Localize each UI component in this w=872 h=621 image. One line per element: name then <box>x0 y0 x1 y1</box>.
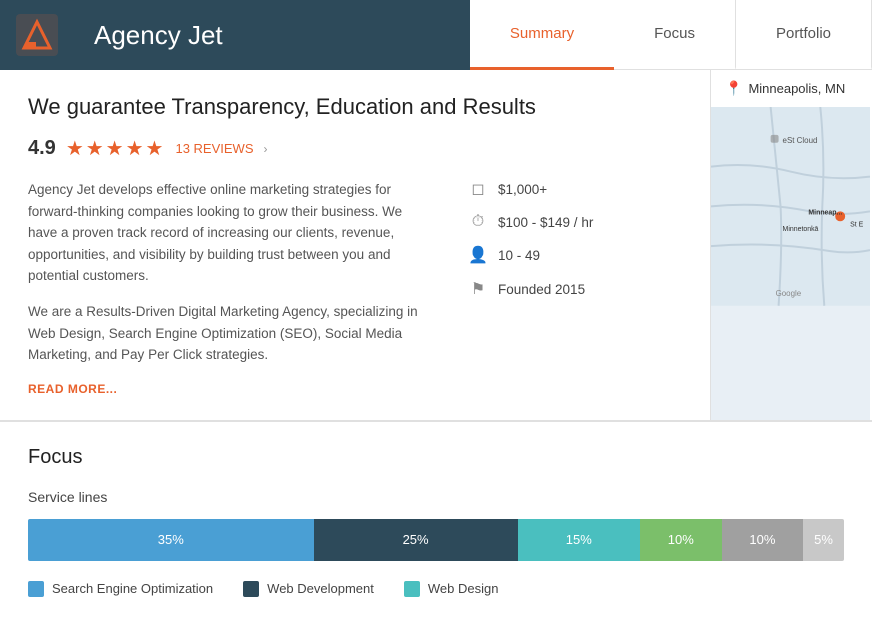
tab-portfolio[interactable]: Portfolio <box>736 0 872 70</box>
main-content: We guarantee Transparency, Education and… <box>0 70 872 422</box>
map-location: 📍 Minneapolis, MN <box>711 70 870 107</box>
tab-focus[interactable]: Focus <box>614 0 736 70</box>
meta-employees: 👤 10 - 49 <box>468 245 668 265</box>
read-more-link[interactable]: READ MORE... <box>28 382 117 396</box>
left-panel: We guarantee Transparency, Education and… <box>0 70 710 420</box>
description-para-2: We are a Results-Driven Digital Marketin… <box>28 301 428 366</box>
legend-item: Web Development <box>243 581 374 597</box>
map-area: eSt Cloud Minneap... Minnetonkā St E Goo… <box>711 107 870 420</box>
map-panel: 📍 Minneapolis, MN eSt Cloud Minneap... M… <box>710 70 870 420</box>
svg-text:Minneap...: Minneap... <box>808 209 842 216</box>
bar-segment: 10% <box>722 519 804 561</box>
svg-text:Google: Google <box>776 289 802 298</box>
rate-icon: ⏱ <box>468 213 488 231</box>
focus-section: Focus Service lines 35%25%15%10%10%5% Se… <box>0 422 872 621</box>
agency-name-label: Agency Jet <box>74 0 470 70</box>
description-text: Agency Jet develops effective online mar… <box>28 179 428 396</box>
tab-summary[interactable]: Summary <box>470 0 614 70</box>
legend-box <box>404 581 420 597</box>
location-icon: 📍 <box>725 80 742 97</box>
bar-segment: 15% <box>518 519 640 561</box>
legend-box <box>28 581 44 597</box>
rating-row: 4.9 ★★★★★ 13 REVIEWS › <box>28 136 682 161</box>
logo-area <box>0 0 74 70</box>
employees-icon: 👤 <box>468 245 488 265</box>
legend-label: Search Engine Optimization <box>52 581 213 596</box>
rating-number: 4.9 <box>28 137 56 160</box>
bar-segment: 25% <box>314 519 518 561</box>
meta-founded: ⚑ Founded 2015 <box>468 279 668 299</box>
header: Agency Jet Summary Focus Portfolio <box>0 0 872 70</box>
budget-value: $1,000+ <box>498 182 547 197</box>
budget-icon: ◻ <box>468 179 488 199</box>
description-para-1: Agency Jet develops effective online mar… <box>28 179 428 287</box>
meta-rate: ⏱ $100 - $149 / hr <box>468 213 668 231</box>
chevron-icon: › <box>264 142 268 156</box>
focus-section-title: Focus <box>28 446 844 469</box>
legend-item: Search Engine Optimization <box>28 581 213 597</box>
reviews-link[interactable]: 13 REVIEWS <box>175 141 253 156</box>
founded-icon: ⚑ <box>468 279 488 299</box>
page-title: We guarantee Transparency, Education and… <box>28 94 682 120</box>
bar-segment: 10% <box>640 519 722 561</box>
legend-label: Web Development <box>267 581 374 596</box>
employees-value: 10 - 49 <box>498 248 540 263</box>
description-area: Agency Jet develops effective online mar… <box>28 179 682 396</box>
bar-segment: 35% <box>28 519 314 561</box>
founded-value: Founded 2015 <box>498 282 585 297</box>
legend-label: Web Design <box>428 581 499 596</box>
logo-icon <box>16 14 58 56</box>
legend: Search Engine Optimization Web Developme… <box>28 581 844 597</box>
meta-budget: ◻ $1,000+ <box>468 179 668 199</box>
nav-tabs: Summary Focus Portfolio <box>470 0 872 70</box>
bar-segment: 5% <box>803 519 844 561</box>
rate-value: $100 - $149 / hr <box>498 215 593 230</box>
svg-text:eSt Cloud: eSt Cloud <box>783 136 818 145</box>
svg-text:St E: St E <box>850 221 863 228</box>
bar-chart: 35%25%15%10%10%5% <box>28 519 844 561</box>
star-icons: ★★★★★ <box>66 136 166 161</box>
location-label: Minneapolis, MN <box>748 81 845 96</box>
svg-text:Minnetonkā: Minnetonkā <box>783 226 819 233</box>
map-svg: eSt Cloud Minneap... Minnetonkā St E Goo… <box>711 107 870 306</box>
meta-info: ◻ $1,000+ ⏱ $100 - $149 / hr 👤 10 - 49 ⚑… <box>468 179 668 396</box>
legend-item: Web Design <box>404 581 499 597</box>
service-lines-label: Service lines <box>28 489 844 505</box>
legend-box <box>243 581 259 597</box>
